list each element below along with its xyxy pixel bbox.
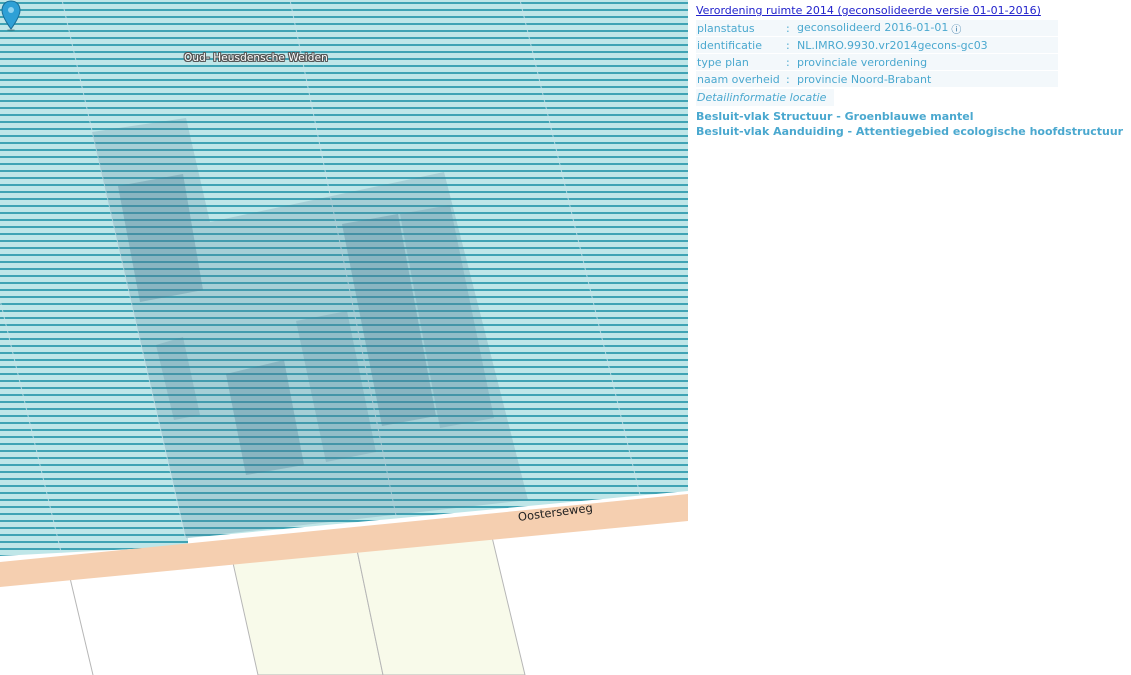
- location-pin-icon[interactable]: [0, 0, 22, 32]
- property-key: type plan: [696, 53, 785, 71]
- plan-properties-table: planstatus : geconsolideerd 2016-01-01 ⓘ …: [696, 20, 1058, 88]
- property-separator: :: [785, 53, 796, 71]
- zoning-area[interactable]: [0, 0, 688, 560]
- property-separator: :: [785, 20, 796, 37]
- place-label: Oud- Heusdensche Weiden: [184, 52, 328, 64]
- map-canvas[interactable]: [0, 0, 688, 675]
- property-key: identificatie: [696, 36, 785, 54]
- info-panel: Verordening ruimte 2014 (geconsolideerde…: [696, 4, 1128, 138]
- detail-info-link[interactable]: Detailinformatie locatie: [696, 89, 834, 106]
- besluit-item-aanduiding[interactable]: Besluit-vlak Aanduiding - Attentiegebied…: [696, 125, 1128, 138]
- property-value: geconsolideerd 2016-01-01 ⓘ: [796, 20, 1058, 37]
- property-key: naam overheid: [696, 70, 785, 88]
- map-view[interactable]: Oud- Heusdensche Weiden Oosterseweg: [0, 0, 688, 675]
- info-icon[interactable]: ⓘ: [951, 21, 961, 36]
- property-separator: :: [785, 36, 796, 54]
- property-row-naam-overheid: naam overheid : provincie Noord-Brabant: [696, 70, 1058, 88]
- property-row-identificatie: identificatie : NL.IMRO.9930.vr2014gecon…: [696, 36, 1058, 54]
- plan-title-link[interactable]: Verordening ruimte 2014 (geconsolideerde…: [696, 4, 1041, 17]
- property-value: provinciale verordening: [796, 53, 1058, 71]
- property-separator: :: [785, 70, 796, 88]
- page: Oud- Heusdensche Weiden Oosterseweg Vero…: [0, 0, 1131, 675]
- property-value: NL.IMRO.9930.vr2014gecons-gc03: [796, 36, 1058, 54]
- property-value: provincie Noord-Brabant: [796, 70, 1058, 88]
- property-row-planstatus: planstatus : geconsolideerd 2016-01-01 ⓘ: [696, 20, 1058, 37]
- property-row-type-plan: type plan : provinciale verordening: [696, 53, 1058, 71]
- besluit-item-structuur[interactable]: Besluit-vlak Structuur - Groenblauwe man…: [696, 110, 1128, 123]
- property-key: planstatus: [696, 20, 785, 37]
- planstatus-value: geconsolideerd 2016-01-01: [797, 21, 949, 34]
